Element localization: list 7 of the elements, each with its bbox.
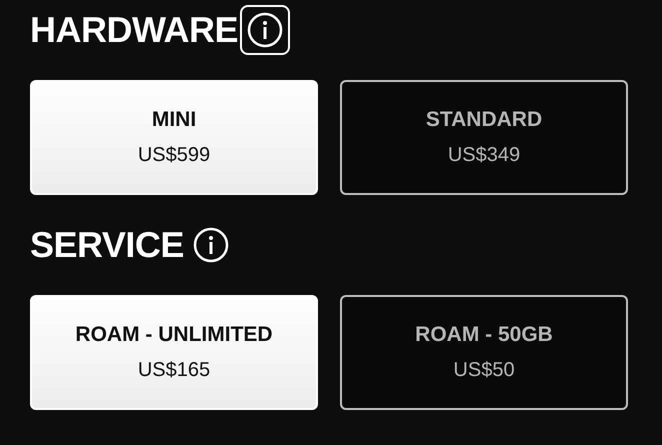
plan-option[interactable]: ROAM - 50GB US$50 <box>340 295 628 410</box>
plan-option[interactable]: ROAM - UNLIMITED US$165 <box>30 295 318 410</box>
section-heading: HARDWARE <box>30 9 238 51</box>
section-heading: SERVICE <box>30 224 184 266</box>
plan-option[interactable]: STANDARD US$349 <box>340 80 628 195</box>
info-button[interactable] <box>240 5 290 55</box>
plan-option[interactable]: MINI US$599 <box>30 80 318 195</box>
